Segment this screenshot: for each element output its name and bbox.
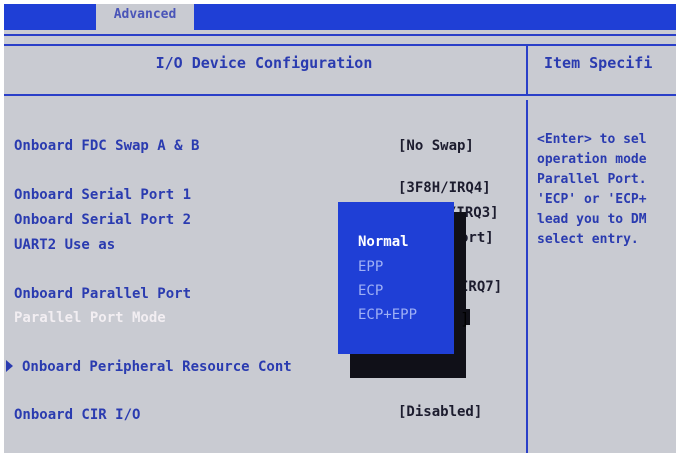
setting-serial-port-1[interactable]: Onboard Serial Port 1 xyxy=(14,187,191,203)
help-line: 'ECP' or 'ECP+ xyxy=(537,192,647,207)
value-cir-io[interactable]: [Disabled] xyxy=(398,404,482,420)
setting-parallel-port-mode[interactable]: Parallel Port Mode xyxy=(14,310,166,326)
option-popup: Normal EPP ECP ECP+EPP xyxy=(338,202,454,354)
setting-serial-port-2[interactable]: Onboard Serial Port 2 xyxy=(14,212,191,228)
value-serial-port-1[interactable]: [3F8H/IRQ4] xyxy=(398,180,491,196)
value-parallel-port-mode: ] xyxy=(460,309,470,328)
divider xyxy=(4,34,676,36)
column-divider xyxy=(526,100,528,453)
help-line: lead you to DM xyxy=(537,212,647,227)
option-normal[interactable]: Normal xyxy=(358,234,409,250)
page-title: I/O Device Configuration xyxy=(155,54,373,72)
option-ecp[interactable]: ECP xyxy=(358,283,383,299)
setting-peripheral-resource[interactable]: Onboard Peripheral Resource Cont xyxy=(22,359,292,375)
help-line: Parallel Port. xyxy=(537,172,647,187)
option-epp[interactable]: EPP xyxy=(358,259,383,275)
setting-cir-io[interactable]: Onboard CIR I/O xyxy=(14,407,140,423)
submenu-arrow-icon xyxy=(6,360,13,372)
help-line: <Enter> to sel xyxy=(537,132,647,147)
help-line: operation mode xyxy=(537,152,647,167)
option-ecp-epp[interactable]: ECP+EPP xyxy=(358,307,417,323)
value-fdc-swap[interactable]: [No Swap] xyxy=(398,138,474,154)
menu-bar: Advanced xyxy=(4,4,676,30)
setting-fdc-swap[interactable]: Onboard FDC Swap A & B xyxy=(14,138,199,154)
setting-uart2-use-as[interactable]: UART2 Use as xyxy=(14,237,115,253)
help-panel-title: Item Specifi xyxy=(544,54,653,72)
bios-screen: Advanced I/O Device Configuration Item S… xyxy=(4,4,676,453)
value-parallel-port[interactable]: IRQ7] xyxy=(460,279,502,295)
setting-parallel-port[interactable]: Onboard Parallel Port xyxy=(14,286,191,302)
tab-advanced[interactable]: Advanced xyxy=(96,4,194,30)
column-divider xyxy=(526,44,528,96)
help-line: select entry. xyxy=(537,232,639,247)
